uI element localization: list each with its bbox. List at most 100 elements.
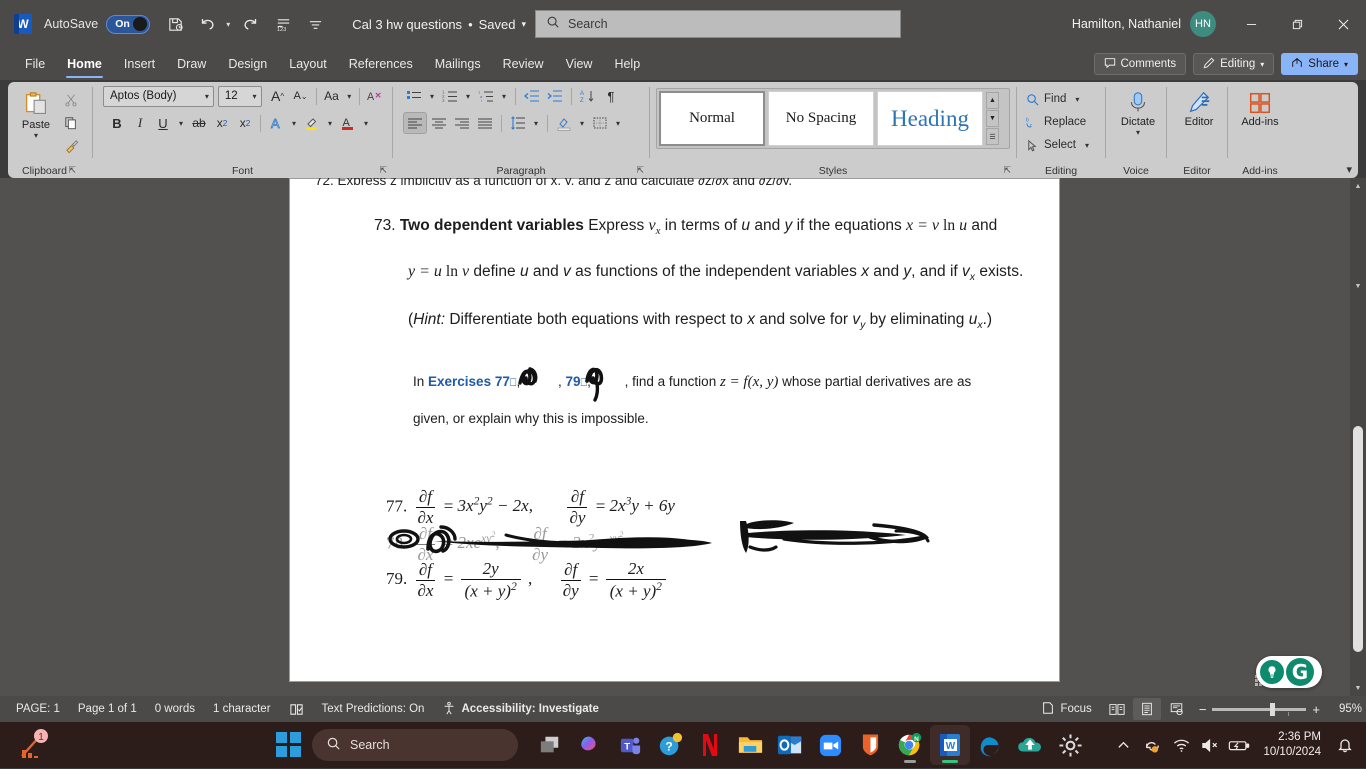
question-help-icon[interactable]: ?	[650, 725, 690, 765]
line-spacing-caret[interactable]: ▾	[530, 119, 542, 128]
clipboard-dialog-launcher[interactable]: ⇱	[68, 165, 76, 176]
borders-button[interactable]	[589, 112, 611, 134]
decrease-indent-button[interactable]	[521, 85, 543, 107]
restore-button[interactable]	[1274, 0, 1320, 48]
change-case-caret[interactable]: ▾	[344, 92, 356, 101]
highlight-caret[interactable]: ▾	[324, 119, 336, 128]
microsoft-edge-icon[interactable]	[970, 725, 1010, 765]
status-accessibility[interactable]: Accessibility: Investigate	[433, 696, 607, 722]
underline-button[interactable]: U	[152, 112, 174, 134]
grammarly-logo[interactable]: G	[1286, 658, 1314, 686]
focus-button[interactable]: Focus	[1032, 696, 1100, 722]
align-center-button[interactable]	[428, 112, 450, 134]
increase-indent-button[interactable]	[544, 85, 566, 107]
document-title[interactable]: Cal 3 hw questions • Saved ▾	[352, 17, 526, 32]
file-explorer-icon[interactable]	[730, 725, 770, 765]
sort-button[interactable]: A Z	[577, 85, 599, 107]
battery-charging-icon[interactable]	[1226, 730, 1252, 760]
volume-muted-icon[interactable]	[1197, 730, 1223, 760]
taskbar-clock[interactable]: 2:36 PM 10/10/2024	[1255, 730, 1329, 760]
task-view-icon[interactable]	[530, 725, 570, 765]
comments-button[interactable]: Comments	[1093, 53, 1187, 75]
undo-icon[interactable]	[192, 9, 222, 39]
tab-home[interactable]: Home	[56, 53, 113, 78]
zoom-icon[interactable]	[810, 725, 850, 765]
shrink-font-button[interactable]: A ⌄	[290, 85, 312, 107]
tab-design[interactable]: Design	[217, 53, 278, 75]
more-styles-icon[interactable]: ☰	[986, 128, 999, 145]
windows-start-icon[interactable]	[276, 732, 302, 758]
paste-dropdown-caret[interactable]: ▾	[30, 131, 42, 140]
vertical-scrollbar[interactable]: ▲ ▼ ▼	[1350, 178, 1366, 696]
close-button[interactable]	[1320, 0, 1366, 48]
search-input[interactable]: Search	[535, 10, 901, 38]
bullets-caret[interactable]: ▾	[426, 92, 438, 101]
styles-dialog-launcher[interactable]: ⇱	[1003, 165, 1011, 176]
italic-button[interactable]: I	[129, 112, 151, 134]
web-layout-button[interactable]	[1163, 698, 1191, 720]
align-right-button[interactable]	[451, 112, 473, 134]
scroll-split-arrow[interactable]: ▼	[1350, 278, 1366, 294]
shading-button[interactable]	[553, 112, 575, 134]
tab-references[interactable]: References	[338, 53, 424, 75]
tab-file[interactable]: File	[14, 53, 56, 75]
justify-button[interactable]	[474, 112, 496, 134]
font-family-select[interactable]: Aptos (Body) ▾	[103, 85, 214, 107]
scroll-down-icon[interactable]: ▼	[986, 110, 999, 127]
bold-button[interactable]: B	[106, 112, 128, 134]
repeat-typing-icon[interactable]: 123	[268, 9, 298, 39]
print-layout-button[interactable]	[1132, 698, 1161, 720]
text-highlight-button[interactable]	[301, 112, 323, 134]
format-painter-button[interactable]	[60, 135, 82, 157]
tab-insert[interactable]: Insert	[113, 53, 166, 75]
minimize-button[interactable]	[1228, 0, 1274, 48]
collapse-ribbon-icon[interactable]: ▾	[1346, 163, 1352, 176]
share-button[interactable]: Share ▾	[1281, 53, 1358, 75]
status-text-predictions[interactable]: Text Predictions: On	[313, 696, 434, 722]
select-button[interactable]: Select ▾	[1023, 134, 1101, 156]
zoom-out-icon[interactable]: −	[1199, 702, 1207, 717]
scroll-down-arrow[interactable]: ▼	[1350, 680, 1366, 696]
numbering-button[interactable]: 1 2 3	[439, 85, 461, 107]
multilevel-list-button[interactable]: 1 a i	[475, 85, 497, 107]
read-mode-button[interactable]	[1103, 698, 1131, 720]
text-effects-caret[interactable]: ▾	[288, 119, 300, 128]
onedrive-upload-icon[interactable]	[1010, 725, 1050, 765]
microsoft-teams-icon[interactable]: T	[610, 725, 650, 765]
tab-draw[interactable]: Draw	[166, 53, 217, 75]
onedrive-sync-icon[interactable]	[1139, 730, 1165, 760]
netflix-icon[interactable]	[690, 725, 730, 765]
numbering-caret[interactable]: ▾	[462, 92, 474, 101]
borders-caret[interactable]: ▾	[612, 119, 624, 128]
status-word-count[interactable]: 0 words	[146, 696, 204, 722]
tab-mailings[interactable]: Mailings	[424, 53, 492, 75]
grow-font-button[interactable]: A ^	[267, 85, 289, 107]
copilot-icon[interactable]	[570, 725, 610, 765]
editor-button[interactable]: Editor	[1173, 87, 1225, 128]
user-account[interactable]: Hamilton, Nathaniel HN	[1072, 0, 1216, 48]
zoom-thumb[interactable]	[1270, 702, 1276, 716]
strikethrough-button[interactable]: ab	[188, 112, 210, 134]
style-no-spacing[interactable]: No Spacing	[768, 91, 874, 146]
microsoft-word-icon[interactable]: W	[930, 725, 970, 765]
google-chrome-icon[interactable]: N	[890, 725, 930, 765]
underline-caret[interactable]: ▾	[175, 119, 187, 128]
replace-button[interactable]: b c Replace	[1023, 111, 1101, 133]
outlook-icon[interactable]	[770, 725, 810, 765]
bitwarden-icon[interactable]	[850, 725, 890, 765]
settings-gear-icon[interactable]	[1050, 725, 1090, 765]
zoom-track[interactable]	[1212, 702, 1307, 716]
copy-button[interactable]	[60, 112, 82, 134]
style-heading[interactable]: Heading	[877, 91, 983, 146]
show-formatting-marks-button[interactable]: ¶	[600, 85, 622, 107]
line-spacing-button[interactable]	[507, 112, 529, 134]
font-dialog-launcher[interactable]: ⇱	[379, 165, 387, 176]
font-size-select[interactable]: 12 ▾	[217, 85, 262, 107]
lightbulb-icon[interactable]	[1260, 660, 1284, 684]
multilevel-caret[interactable]: ▾	[498, 92, 510, 101]
scrollbar-thumb[interactable]	[1353, 426, 1363, 652]
grammarly-widget[interactable]: G	[1256, 656, 1322, 688]
zoom-level[interactable]: 95%	[1328, 703, 1362, 715]
superscript-button[interactable]: x2	[234, 112, 256, 134]
change-case-button[interactable]: Aa	[321, 85, 343, 107]
